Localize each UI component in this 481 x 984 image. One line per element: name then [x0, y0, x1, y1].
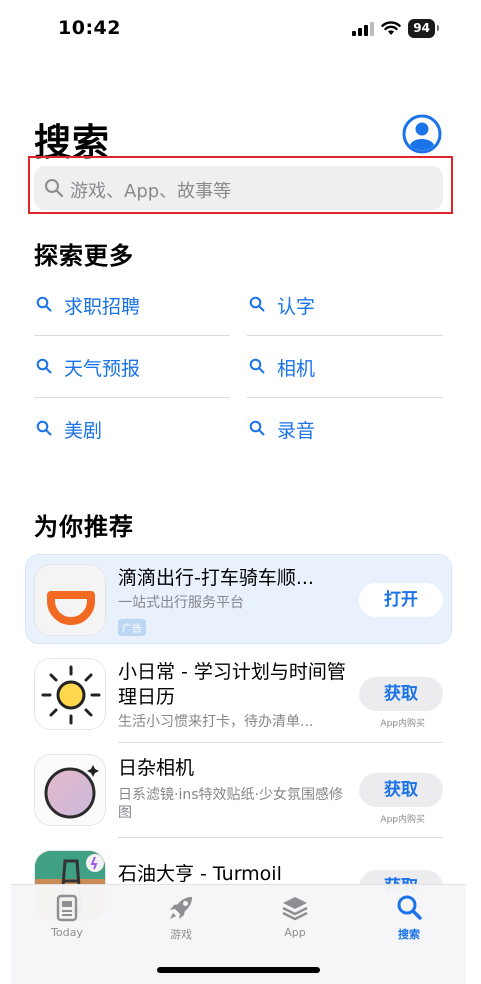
- camera-lens-app-icon: [34, 754, 106, 826]
- search-icon: [397, 895, 422, 920]
- status-time: 10:42: [58, 17, 121, 39]
- divider: [118, 837, 443, 838]
- explore-item-us-drama[interactable]: 美剧: [34, 398, 230, 460]
- status-bar: 10:42 94: [0, 0, 481, 60]
- search-icon: [45, 179, 64, 198]
- explore-item-label: 求职招聘: [64, 296, 141, 318]
- app-name: 小日常 - 学习计划与时间管理日历: [118, 661, 346, 708]
- explore-item-label: 天气预报: [64, 358, 141, 380]
- explore-item-label: 录音: [277, 420, 316, 442]
- search-icon: [36, 296, 52, 312]
- explore-item-label: 美剧: [64, 420, 103, 442]
- get-button[interactable]: 获取: [359, 773, 443, 807]
- recommend-section-title: 为你推荐: [34, 513, 134, 541]
- explore-item-jobs[interactable]: 求职招聘: [34, 274, 230, 336]
- tab-games[interactable]: 游戏: [141, 893, 221, 942]
- tab-label: Today: [51, 926, 83, 939]
- search-icon: [36, 420, 52, 436]
- app-stack-icon: [282, 897, 308, 921]
- search-icon: [249, 296, 265, 312]
- app-subtitle: 生活小习惯来打卡，待办清单...: [118, 714, 314, 730]
- didi-app-icon: [34, 564, 106, 636]
- search-icon: [249, 358, 265, 374]
- tab-today[interactable]: Today: [27, 893, 107, 939]
- tab-search[interactable]: 搜索: [369, 893, 449, 942]
- explore-item-recording[interactable]: 录音: [247, 398, 443, 460]
- explore-item-weather[interactable]: 天气预报: [34, 336, 230, 398]
- tab-apps[interactable]: App: [255, 893, 335, 939]
- rocket-icon: [170, 897, 192, 919]
- search-placeholder: 游戏、App、故事等: [70, 181, 232, 202]
- app-row-rizha-camera[interactable]: 日杂相机 日系滤镜·ins特效贴纸·少女氛围感修图 获取 App内购买: [34, 754, 443, 838]
- app-row-didi[interactable]: 滴滴出行-打车骑车顺... 一站式出行服务平台 广告 打开: [34, 564, 443, 636]
- cellular-signal-icon: [352, 21, 375, 36]
- tab-label: App: [284, 926, 306, 939]
- app-subtitle: 日系滤镜·ins特效贴纸·少女氛围感修图: [118, 787, 343, 821]
- get-button[interactable]: 获取: [359, 677, 443, 711]
- ad-badge: 广告: [118, 619, 146, 636]
- status-indicators: 94: [352, 19, 439, 38]
- app-name: 滴滴出行-打车骑车顺...: [118, 567, 314, 589]
- tab-label: 搜索: [398, 928, 420, 941]
- explore-item-camera[interactable]: 相机: [247, 336, 443, 398]
- app-row-daily-habit[interactable]: 小日常 - 学习计划与时间管理日历 生活小习惯来打卡，待办清单... 获取 Ap…: [34, 658, 443, 744]
- in-app-purchase-note: App内购买: [380, 815, 425, 825]
- account-avatar-icon[interactable]: [402, 114, 442, 154]
- search-input[interactable]: 游戏、App、故事等: [34, 166, 443, 210]
- app-subtitle: 一站式出行服务平台: [118, 595, 244, 611]
- explore-section-title: 探索更多: [34, 242, 134, 270]
- explore-item-label: 认字: [277, 296, 316, 318]
- search-icon: [36, 358, 52, 374]
- sun-app-icon: [34, 658, 106, 730]
- open-button[interactable]: 打开: [359, 583, 443, 617]
- explore-item-label: 相机: [277, 358, 316, 380]
- tab-label: 游戏: [170, 928, 192, 941]
- battery-indicator: 94: [408, 19, 439, 38]
- search-icon: [249, 420, 265, 436]
- in-app-purchase-note: App内购买: [380, 719, 425, 729]
- divider: [118, 742, 443, 743]
- wifi-icon: [381, 21, 401, 35]
- home-indicator[interactable]: [157, 967, 320, 973]
- explore-item-literacy[interactable]: 认字: [247, 274, 443, 336]
- today-icon: [56, 894, 78, 922]
- app-name: 日杂相机: [118, 757, 195, 779]
